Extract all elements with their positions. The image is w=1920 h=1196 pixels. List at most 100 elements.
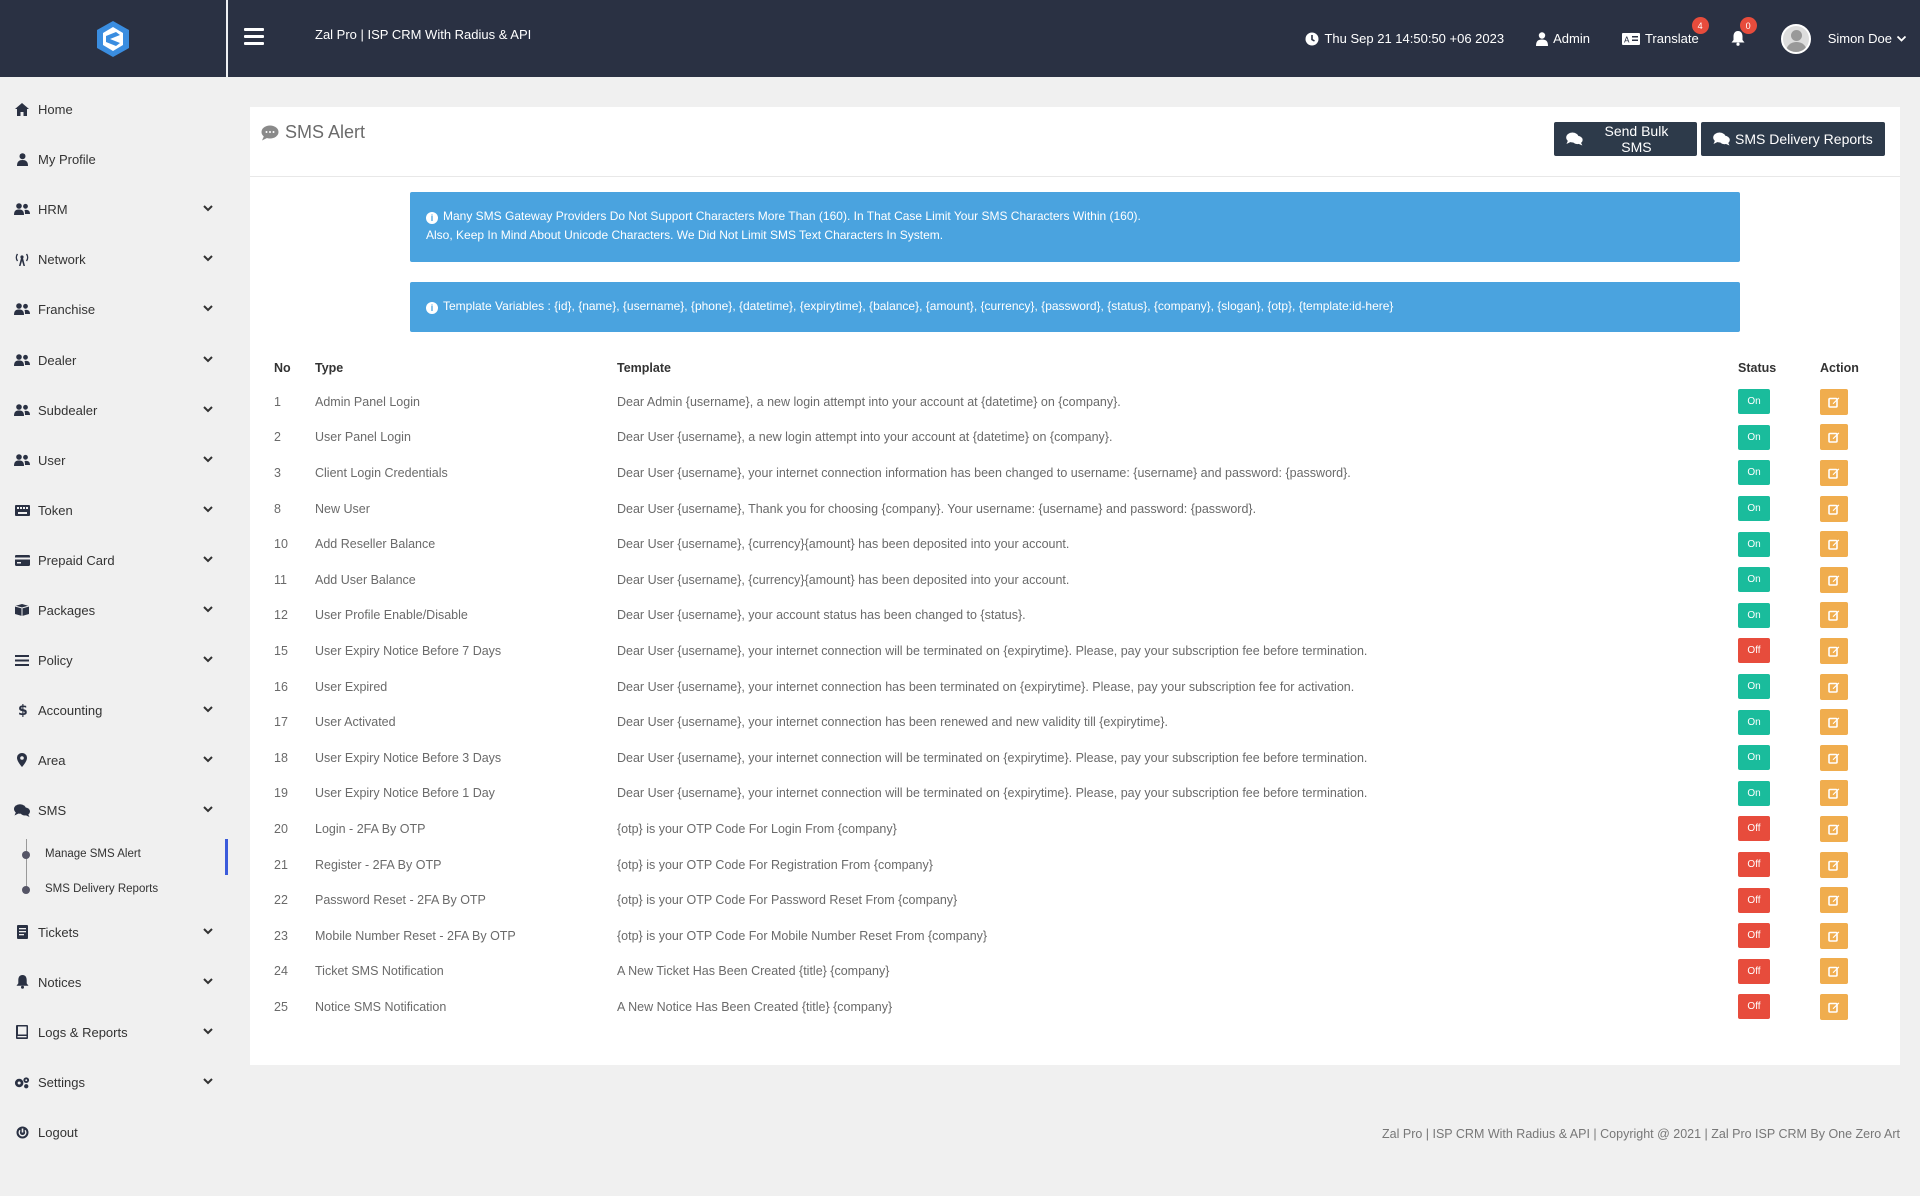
sidebar-item-user[interactable]: User — [14, 448, 214, 472]
sidebar-item-prepaid-card[interactable]: Prepaid Card — [14, 548, 214, 572]
sidebar-item-accounting[interactable]: $ Accounting — [14, 698, 214, 722]
sidebar-item-franchise[interactable]: Franchise — [14, 297, 214, 321]
status-toggle-button[interactable]: On — [1738, 460, 1770, 486]
status-toggle-button[interactable]: Off — [1738, 638, 1770, 664]
edit-button[interactable] — [1820, 495, 1848, 522]
sidebar-item-label: My Profile — [38, 151, 96, 167]
bell-icon — [14, 975, 30, 989]
submenu-item-manage-sms-alert[interactable]: Manage SMS Alert — [45, 848, 141, 860]
comment-icon — [261, 125, 279, 140]
table-row: 22 Password Reset - 2FA By OTP {otp} is yo… — [270, 882, 1880, 918]
send-bulk-sms-button[interactable]: Send Bulk SMS — [1554, 122, 1697, 156]
edit-button[interactable] — [1820, 566, 1848, 593]
sidebar-item-label: Franchise — [38, 301, 96, 317]
chevron-down-icon — [202, 553, 214, 565]
edit-icon — [1828, 397, 1840, 408]
status-toggle-button[interactable]: On — [1738, 709, 1770, 735]
row-type: User Profile Enable/Disable — [315, 608, 468, 623]
users-icon — [14, 302, 30, 316]
sidebar-item-network[interactable]: Network — [14, 247, 214, 271]
chevron-down-icon — [202, 803, 214, 815]
edit-button[interactable] — [1820, 887, 1848, 914]
edit-button[interactable] — [1820, 388, 1848, 415]
sidebar-item-area[interactable]: Area — [14, 748, 214, 772]
translate-label: Translate — [1644, 31, 1699, 46]
admin-label: Admin — [1553, 31, 1590, 46]
sidebar-item-home[interactable]: Home — [14, 97, 214, 121]
row-template: Dear User {username}, your internet conn… — [617, 786, 1368, 801]
sidebar-item-notices[interactable]: Notices — [14, 970, 214, 994]
sidebar-item-logout[interactable]: Logout — [14, 1120, 214, 1144]
row-action-cell — [1820, 526, 1880, 562]
row-number: 23 — [274, 928, 288, 943]
status-toggle-button[interactable]: Off — [1738, 923, 1770, 949]
notifications-button[interactable]: 0 — [1731, 17, 1757, 46]
edit-button[interactable] — [1820, 673, 1848, 700]
row-number: 25 — [274, 999, 288, 1014]
edit-button[interactable] — [1820, 815, 1848, 842]
sidebar-item-logs-and-reports[interactable]: Logs & Reports — [14, 1020, 214, 1044]
sidebar-item-label: Token — [38, 502, 73, 518]
sidebar-item-subdealer[interactable]: Subdealer — [14, 398, 214, 422]
row-action-cell — [1820, 882, 1880, 918]
edit-button[interactable] — [1820, 780, 1848, 807]
status-toggle-button[interactable]: On — [1738, 745, 1770, 771]
submenu-item-sms-delivery-reports[interactable]: SMS Delivery Reports — [45, 883, 158, 895]
edit-icon — [1828, 575, 1840, 586]
sidebar-item-tickets[interactable]: Tickets — [14, 920, 214, 944]
edit-button[interactable] — [1820, 958, 1848, 985]
sidebar-item-my-profile[interactable]: My Profile — [14, 147, 214, 171]
sidebar-item-policy[interactable]: Policy — [14, 648, 214, 672]
status-toggle-button[interactable]: On — [1738, 496, 1770, 522]
status-toggle-button[interactable]: On — [1738, 531, 1770, 557]
sidebar-item-token[interactable]: Token — [14, 498, 214, 522]
sidebar-item-settings[interactable]: Settings — [14, 1070, 214, 1094]
chevron-down-icon — [202, 975, 214, 987]
antenna-icon — [14, 252, 30, 266]
sidebar-item-dealer[interactable]: Dealer — [14, 348, 214, 372]
edit-button[interactable] — [1820, 602, 1848, 629]
submenu-bullet-icon — [22, 851, 30, 859]
alert-line-2: Also, Keep In Mind About Unicode Charact… — [426, 228, 944, 242]
status-toggle-button[interactable]: Off — [1738, 994, 1770, 1020]
edit-button[interactable] — [1820, 744, 1848, 771]
status-toggle-button[interactable]: On — [1738, 567, 1770, 593]
row-action-cell — [1820, 455, 1880, 491]
row-status-cell: On — [1738, 562, 1820, 598]
header-template: Template — [617, 361, 671, 375]
status-toggle-button[interactable]: Off — [1738, 887, 1770, 913]
edit-button[interactable] — [1820, 637, 1848, 664]
edit-button[interactable] — [1820, 993, 1848, 1020]
status-toggle-button[interactable]: On — [1738, 780, 1770, 806]
row-template: {otp} is your OTP Code For Mobile Number… — [617, 928, 988, 943]
edit-button[interactable] — [1820, 424, 1848, 451]
edit-button[interactable] — [1820, 709, 1848, 736]
row-status-cell: On — [1738, 776, 1820, 812]
sidebar-item-packages[interactable]: Packages — [14, 598, 214, 622]
status-toggle-button[interactable]: Off — [1738, 852, 1770, 878]
status-toggle-button[interactable]: Off — [1738, 816, 1770, 842]
active-indicator — [225, 839, 228, 875]
logo-icon[interactable] — [94, 19, 132, 59]
edit-button[interactable] — [1820, 531, 1848, 558]
status-toggle-button[interactable]: On — [1738, 389, 1770, 415]
sidebar-item-hrm[interactable]: HRM — [14, 197, 214, 221]
status-toggle-button[interactable]: Off — [1738, 958, 1770, 984]
status-toggle-button[interactable]: On — [1738, 602, 1770, 628]
menu-toggle-icon[interactable] — [244, 28, 264, 46]
row-action-cell — [1820, 491, 1880, 527]
row-number: 1 — [274, 394, 281, 409]
sidebar-item-sms[interactable]: SMS — [14, 798, 214, 822]
admin-link[interactable]: Admin — [1536, 31, 1590, 46]
status-toggle-button[interactable]: On — [1738, 424, 1770, 450]
edit-button[interactable] — [1820, 851, 1848, 878]
translate-button[interactable]: A Translate 4 — [1621, 17, 1709, 46]
user-menu[interactable]: Simon Doe — [1780, 23, 1906, 54]
sidebar-item-label: Prepaid Card — [38, 552, 115, 568]
status-toggle-button[interactable]: On — [1738, 674, 1770, 700]
table-row: 2 User Panel Login Dear User {username}, a… — [270, 420, 1880, 456]
sms-delivery-reports-button[interactable]: SMS Delivery Reports — [1701, 122, 1885, 156]
row-number: 10 — [274, 537, 288, 552]
edit-button[interactable] — [1820, 459, 1848, 486]
edit-button[interactable] — [1820, 922, 1848, 949]
